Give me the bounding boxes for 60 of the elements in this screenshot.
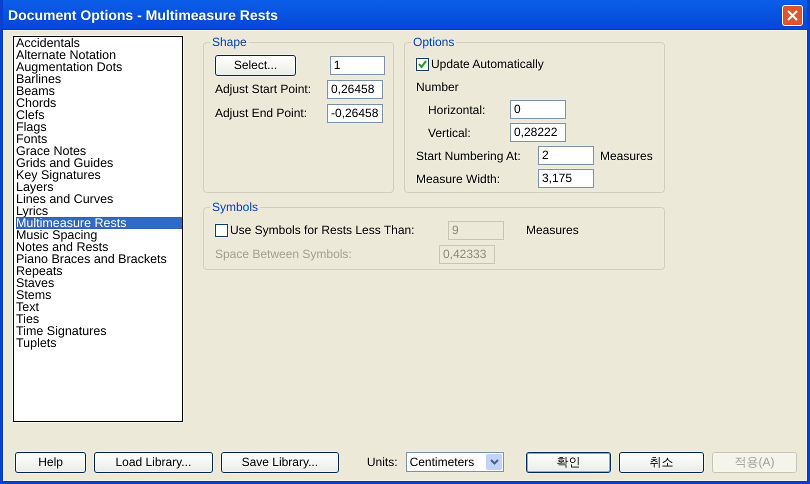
list-item[interactable]: Staves xyxy=(16,277,182,289)
list-item[interactable]: Grids and Guides xyxy=(16,157,182,169)
close-button[interactable] xyxy=(782,4,803,26)
field-label: Adjust End Point: xyxy=(215,106,308,120)
list-item[interactable]: Music Spacing xyxy=(16,229,182,241)
checkbox[interactable] xyxy=(416,58,429,71)
input-field[interactable]: 0,26458 xyxy=(327,80,383,98)
field-label: Adjust Start Point: xyxy=(215,82,312,96)
list-item[interactable]: Text xyxy=(16,301,182,313)
unit-label: Measures xyxy=(600,148,653,162)
list-item[interactable]: Fonts xyxy=(16,133,182,145)
units-dropdown[interactable]: Centimeters xyxy=(406,452,504,472)
list-item[interactable]: Notes and Rests xyxy=(16,241,182,253)
dialog-button[interactable]: 확인 xyxy=(526,452,612,472)
close-icon xyxy=(787,10,798,20)
input-field[interactable]: 2 xyxy=(538,146,594,165)
units-label: Units: xyxy=(366,455,398,469)
list-item[interactable]: Augmentation Dots xyxy=(16,61,182,73)
input-field[interactable]: 3,175 xyxy=(538,169,594,188)
window-title: Document Options - Multimeasure Rests xyxy=(8,7,278,23)
list-item[interactable]: Layers xyxy=(16,181,182,193)
footer-button[interactable]: Save Library... xyxy=(220,452,340,472)
field-label: Space Between Symbols: xyxy=(215,247,353,261)
input-field[interactable]: 0,28222 xyxy=(510,123,566,142)
list-item[interactable]: Stems xyxy=(16,289,182,301)
footer-button[interactable]: Help xyxy=(15,452,86,472)
list-item[interactable]: Flags xyxy=(16,121,182,133)
input-field[interactable]: -0,26458 xyxy=(327,104,383,122)
list-item[interactable]: Ties xyxy=(16,313,182,325)
group-title: Options xyxy=(411,35,456,49)
input-field[interactable]: 0 xyxy=(510,100,566,119)
list-item[interactable]: Barlines xyxy=(16,73,182,85)
list-item[interactable]: Lyrics xyxy=(16,205,182,217)
list-item[interactable]: Lines and Curves xyxy=(16,193,182,205)
group-title: Symbols xyxy=(210,200,260,214)
list-item[interactable]: Multimeasure Rests xyxy=(16,217,182,229)
field-label: Horizontal: xyxy=(428,102,486,116)
list-item[interactable]: Beams xyxy=(16,85,182,97)
list-item[interactable]: Alternate Notation xyxy=(16,49,182,61)
list-item[interactable]: Key Signatures xyxy=(16,169,182,181)
field-label: Vertical: xyxy=(428,126,472,140)
list-item[interactable]: Piano Braces and Brackets xyxy=(16,253,182,265)
list-item[interactable]: Time Signatures xyxy=(16,325,182,337)
field-label: Start Numbering At: xyxy=(416,148,522,162)
footer-button[interactable]: Load Library... xyxy=(94,452,213,472)
input-field[interactable]: 1 xyxy=(330,56,385,74)
dialog-button[interactable]: 취소 xyxy=(619,452,704,472)
list-item[interactable]: Chords xyxy=(16,97,182,109)
list-item[interactable]: Tuplets xyxy=(16,337,182,349)
checkbox-label: Update Automatically xyxy=(431,57,544,72)
list-item[interactable]: Accidentals xyxy=(16,37,182,49)
section-label: Number xyxy=(416,80,459,94)
select-button[interactable]: Select... xyxy=(215,54,296,76)
list-item[interactable]: Repeats xyxy=(16,265,182,277)
unit-label: Measures xyxy=(526,223,579,237)
field-label: Measure Width: xyxy=(416,172,502,186)
checkbox-label: Use Symbols for Rests Less Than: xyxy=(230,223,416,237)
list-item[interactable]: Grace Notes xyxy=(16,145,182,157)
list-item[interactable]: Clefs xyxy=(16,109,182,121)
group-title: Shape xyxy=(210,35,249,49)
